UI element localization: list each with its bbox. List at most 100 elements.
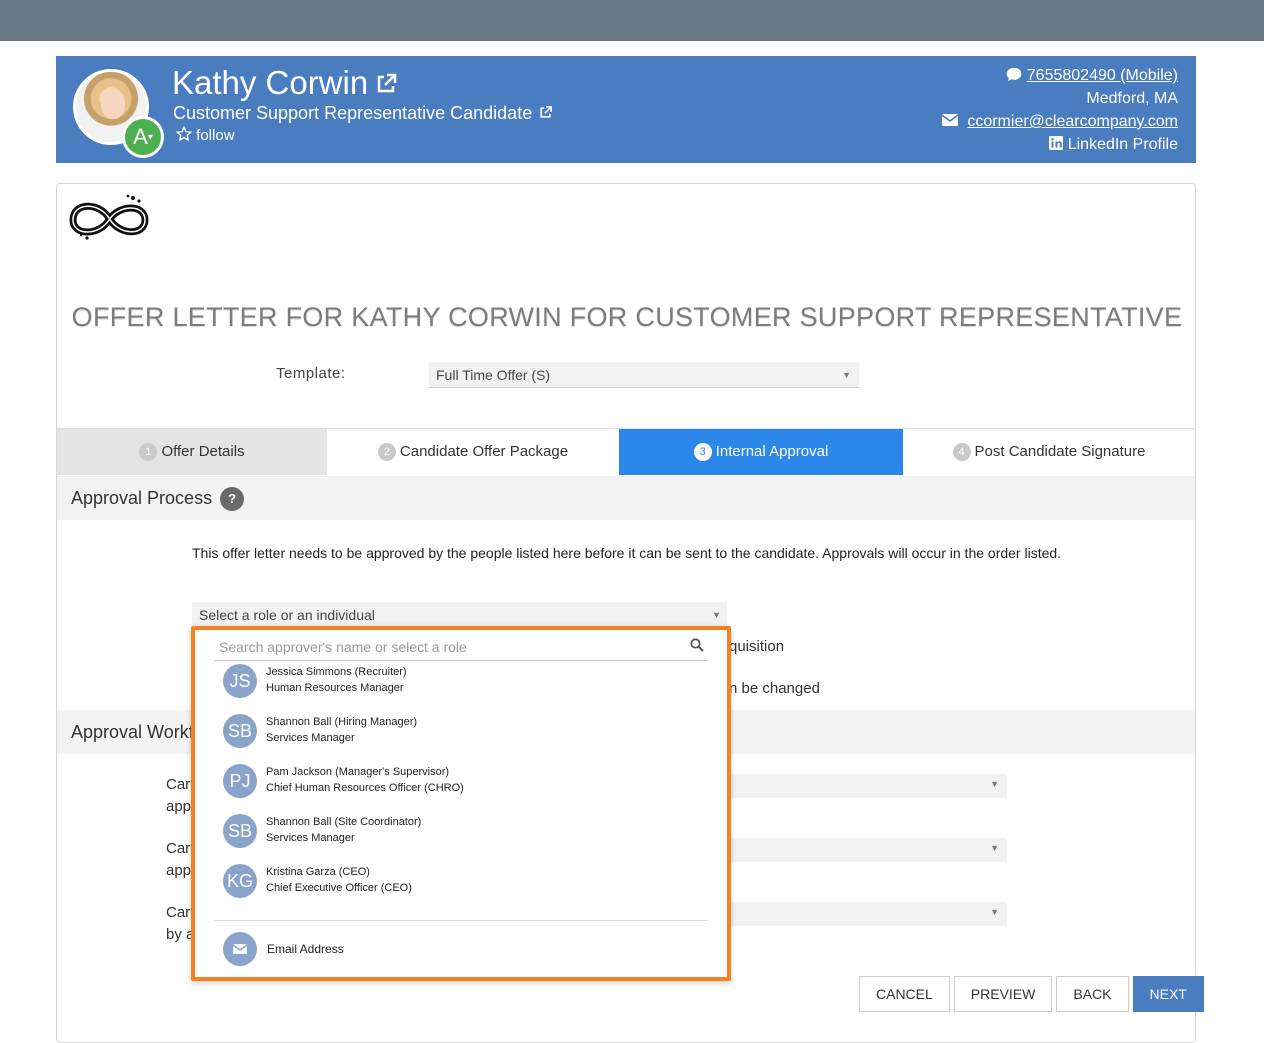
phone-link[interactable]: 7655802490 (Mobile) — [1027, 67, 1178, 84]
top-bar — [0, 0, 1264, 41]
candidate-name-text: Kathy Corwin — [172, 64, 369, 101]
approver-option[interactable]: SB Shannon Ball (Hiring Manager) Service… — [223, 714, 693, 750]
back-button[interactable]: BACK — [1056, 976, 1129, 1012]
select-placeholder: Select a role or an individual — [199, 607, 375, 623]
workflow-select[interactable]: ▼ — [717, 838, 1007, 862]
approver-option[interactable]: KG Kristina Garza (CEO) Chief Executive … — [223, 864, 693, 900]
initials-avatar: SB — [223, 814, 257, 848]
initials-avatar: PJ — [223, 764, 257, 798]
approver-option[interactable]: SB Shannon Ball (Site Coordinator) Servi… — [223, 814, 693, 850]
label-line: app — [166, 798, 192, 815]
section-title: Approval Workf — [71, 722, 194, 742]
grade-badge[interactable]: A▾ — [122, 116, 164, 158]
step-number: 1 — [139, 443, 158, 461]
approver-name: Kristina Garza (CEO) — [266, 866, 370, 878]
approver-name: Jessica Simmons (Recruiter) — [266, 666, 407, 678]
approver-search-input[interactable] — [214, 634, 674, 660]
workflow-option-label: Car app — [166, 838, 191, 882]
step-number: 2 — [377, 443, 396, 461]
location: Medford, MA — [1086, 90, 1178, 107]
step-number: 3 — [693, 443, 712, 461]
caret-down-icon: ▼ — [712, 610, 721, 620]
caret-down-icon: ▼ — [842, 370, 851, 380]
section-title: Approval Process — [71, 488, 213, 508]
approval-description: This offer letter needs to be approved b… — [192, 545, 1062, 561]
workflow-select[interactable]: ▼ — [717, 774, 1007, 798]
action-buttons: CANCEL PREVIEW BACK NEXT — [859, 976, 1204, 1012]
approver-name: Shannon Ball (Hiring Manager) — [266, 716, 418, 728]
approver-option[interactable]: JS Jessica Simmons (Recruiter) Human Res… — [223, 664, 693, 700]
contact-info: 7655802490 (Mobile) Medford, MA ccormier… — [941, 64, 1178, 156]
tab-label: Post Candidate Signature — [974, 443, 1146, 460]
label-line: app — [166, 862, 192, 879]
candidate-header: A▾ Kathy Corwin Customer Support Represe… — [56, 56, 1196, 163]
approver-role: Chief Executive Officer (CEO) — [266, 882, 412, 894]
step-number: 4 — [952, 443, 971, 461]
help-icon[interactable]: ? — [220, 487, 245, 511]
role-or-individual-select[interactable]: Select a role or an individual ▼ — [192, 602, 727, 628]
approver-option[interactable]: PJ Pam Jackson (Manager's Supervisor) Ch… — [223, 764, 693, 800]
photo-face — [101, 89, 125, 119]
phone-row: 7655802490 (Mobile) — [942, 64, 1178, 87]
initials-avatar: SB — [223, 714, 257, 748]
initials-avatar: KG — [223, 864, 257, 898]
candidate-avatar[interactable]: A▾ — [73, 69, 164, 158]
email-address-label: Email Address — [267, 942, 344, 956]
background-text: quisition — [729, 638, 785, 655]
workflow-option-label: Car app — [166, 774, 191, 818]
linkedin-row[interactable]: LinkedIn Profile — [942, 133, 1178, 156]
next-button[interactable]: NEXT — [1132, 976, 1204, 1012]
tab-candidate-offer-package[interactable]: 2 Candidate Offer Package — [327, 429, 619, 475]
approver-role: Services Manager — [266, 832, 355, 844]
caret-down-icon: ▼ — [990, 907, 999, 917]
tab-label: Candidate Offer Package — [399, 443, 569, 460]
external-link-icon[interactable] — [374, 66, 398, 104]
chat-icon — [1006, 67, 1022, 84]
caret-down-icon: ▼ — [990, 779, 999, 789]
preview-button[interactable]: PREVIEW — [953, 976, 1053, 1012]
template-select[interactable]: Full Time Offer (S) ▼ — [429, 362, 859, 388]
follow-button[interactable]: follow — [175, 125, 235, 146]
template-value: Full Time Offer (S) — [436, 367, 551, 383]
envelope-icon — [223, 932, 257, 966]
tab-internal-approval[interactable]: 3 Internal Approval — [619, 429, 903, 475]
approver-search — [214, 634, 708, 661]
workflow-select[interactable]: ▼ — [717, 902, 1007, 926]
envelope-icon — [941, 113, 959, 130]
search-icon[interactable] — [690, 638, 704, 657]
linkedin-label: LinkedIn Profile — [1067, 136, 1178, 153]
tab-post-candidate-signature[interactable]: 4 Post Candidate Signature — [903, 429, 1195, 475]
approver-name: Pam Jackson (Manager's Supervisor) — [266, 766, 450, 778]
approver-dropdown: JS Jessica Simmons (Recruiter) Human Res… — [191, 626, 731, 981]
tab-offer-details[interactable]: 1 Offer Details — [57, 429, 327, 475]
company-logo — [67, 192, 151, 244]
tab-label: Internal Approval — [715, 443, 829, 460]
star-icon — [175, 125, 193, 144]
candidate-name: Kathy Corwin — [172, 64, 398, 104]
label-line: Car — [166, 776, 191, 793]
label-line: Car — [166, 840, 191, 857]
background-text: n be changed — [729, 680, 820, 697]
follow-label: follow — [196, 127, 235, 144]
offer-letter-title: OFFER LETTER FOR KATHY CORWIN FOR CUSTOM… — [71, 302, 1183, 332]
approver-name: Shannon Ball (Site Coordinator) — [266, 816, 422, 828]
grade-value: A — [133, 124, 148, 149]
candidate-title-text: Customer Support Representative Candidat… — [173, 103, 533, 123]
email-link[interactable]: ccormier@clearcompany.com — [967, 113, 1178, 130]
candidate-title: Customer Support Representative Candidat… — [173, 102, 553, 125]
divider — [214, 920, 708, 921]
approval-process-header: Approval Process? — [57, 476, 1195, 520]
email-address-option[interactable]: Email Address — [223, 931, 523, 967]
linkedin-icon — [1049, 136, 1064, 153]
caret-down-icon: ▼ — [990, 843, 999, 853]
approver-role: Services Manager — [266, 732, 355, 744]
external-link-icon[interactable] — [538, 103, 553, 125]
caret-down-icon: ▾ — [147, 132, 153, 144]
initials-avatar: JS — [223, 664, 257, 698]
offer-steps-tabs: 1 Offer Details 2 Candidate Offer Package … — [57, 428, 1195, 475]
approver-role: Chief Human Resources Officer (CHRO) — [266, 782, 464, 794]
approver-role: Human Resources Manager — [266, 682, 404, 694]
email-row: ccormier@clearcompany.com — [941, 110, 1178, 133]
cancel-button[interactable]: CANCEL — [859, 976, 950, 1012]
tab-label: Offer Details — [161, 443, 245, 460]
